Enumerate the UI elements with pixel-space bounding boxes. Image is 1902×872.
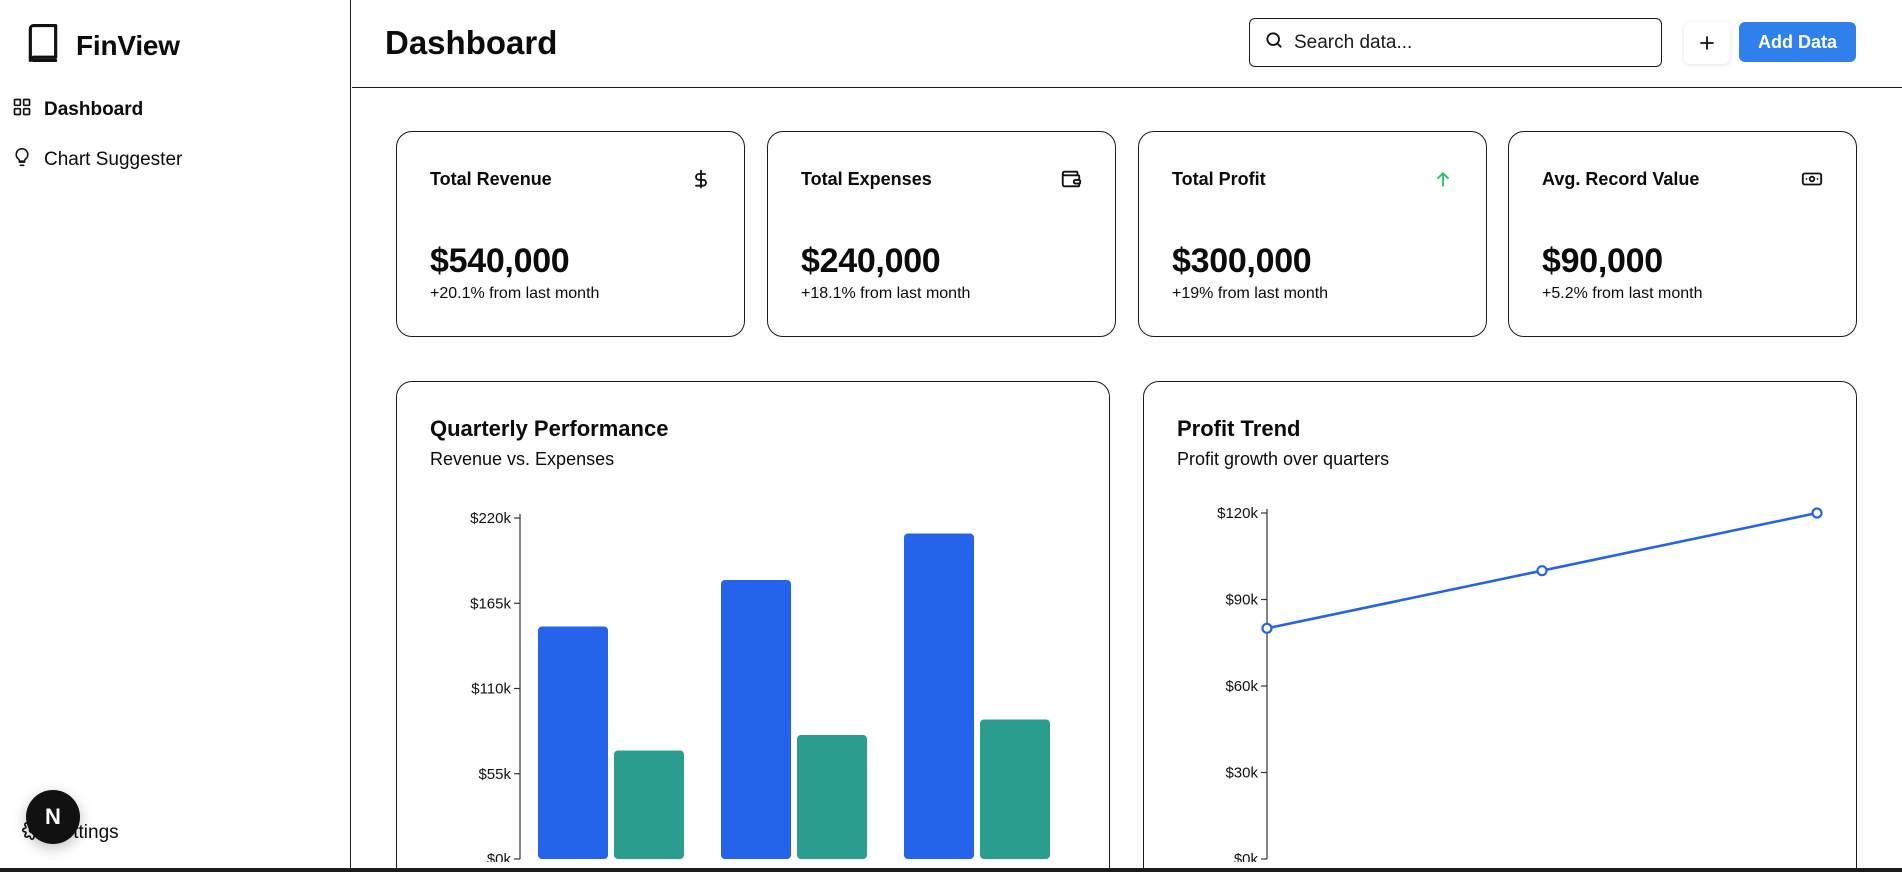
grid-icon (12, 97, 32, 123)
stat-change: +19% from last month (1172, 285, 1329, 302)
stat-value: $90,000 (1542, 242, 1663, 280)
stat-value: $300,000 (1172, 242, 1312, 280)
y-tick-label: $110k (471, 681, 511, 698)
stat-value: $540,000 (430, 242, 570, 280)
quarterly-performance-card: Quarterly Performance Revenue vs. Expens… (396, 381, 1110, 872)
stat-card-total-profit: Total Profit $300,000 +19% from last mon… (1138, 131, 1487, 337)
bar (904, 533, 974, 859)
brand[interactable]: FinView (24, 22, 180, 69)
sidebar-item-chart-suggester[interactable]: Chart Suggester (12, 144, 182, 176)
profit-trend-card: Profit Trend Profit growth over quarters… (1143, 381, 1857, 872)
stat-value: $240,000 (801, 242, 941, 280)
book-icon (24, 22, 62, 69)
stat-change: +5.2% from last month (1542, 285, 1703, 302)
stat-title: Total Revenue (430, 169, 552, 189)
lightbulb-icon (12, 147, 32, 173)
quarterly-bar-chart: $0k $55k $110k $165k $220k (470, 510, 1050, 862)
search-box[interactable] (1249, 18, 1662, 67)
sidebar-item-dashboard[interactable]: Dashboard (12, 94, 182, 126)
sidebar-nav: Dashboard Chart Suggester (12, 94, 182, 194)
stat-title: Total Expenses (801, 169, 932, 189)
banknote-icon (1801, 168, 1823, 195)
search-icon (1264, 30, 1284, 55)
brand-name: FinView (76, 29, 180, 61)
dev-indicator-badge[interactable]: N (26, 790, 80, 844)
top-header: Dashboard Add Data (352, 0, 1902, 88)
bar (538, 626, 608, 859)
y-tick-label: $120k (1217, 505, 1258, 522)
sidebar-item-label: Dashboard (44, 99, 144, 120)
page-title: Dashboard (385, 24, 558, 61)
y-tick-label: $165k (470, 595, 511, 612)
add-data-button[interactable]: Add Data (1739, 22, 1856, 62)
sidebar-item-label: Chart Suggester (44, 149, 183, 170)
stat-title: Avg. Record Value (1542, 169, 1700, 189)
y-tick-label: $55k (478, 766, 511, 783)
stat-change: +20.1% from last month (430, 285, 600, 302)
bar (797, 735, 867, 859)
y-tick-label: $0k (1234, 851, 1259, 862)
profit-line-chart: $0k $30k $60k $90k $120k (1217, 505, 1823, 862)
y-tick-label: $30k (1225, 765, 1258, 782)
stat-change: +18.1% from last month (801, 285, 971, 302)
search-input[interactable] (1294, 31, 1634, 54)
stat-title: Total Profit (1172, 169, 1266, 189)
stat-card-avg-record-value: Avg. Record Value $90,000 +5.2% from las… (1508, 131, 1857, 337)
y-tick-label: $0k (487, 851, 512, 862)
window-bottom-edge (0, 868, 1902, 872)
plus-icon (1698, 28, 1716, 59)
dollar-icon (691, 168, 711, 195)
bar (980, 719, 1050, 859)
wallet-icon (1060, 168, 1082, 195)
stat-card-total-revenue: Total Revenue $540,000 +20.1% from last … (396, 131, 745, 337)
plus-button[interactable] (1684, 22, 1730, 64)
y-tick-label: $220k (470, 510, 511, 527)
stat-card-total-expenses: Total Expenses $240,000 +18.1% from last… (767, 131, 1116, 337)
sidebar: FinView Dashboard Chart Suggester Settin… (0, 0, 351, 868)
bar (721, 580, 791, 859)
y-tick-label: $60k (1225, 678, 1258, 695)
y-tick-label: $90k (1225, 592, 1258, 609)
data-point (1811, 507, 1823, 519)
arrow-up-icon (1433, 168, 1453, 195)
bar (614, 750, 684, 859)
data-point (1536, 565, 1548, 577)
data-point (1261, 622, 1273, 634)
